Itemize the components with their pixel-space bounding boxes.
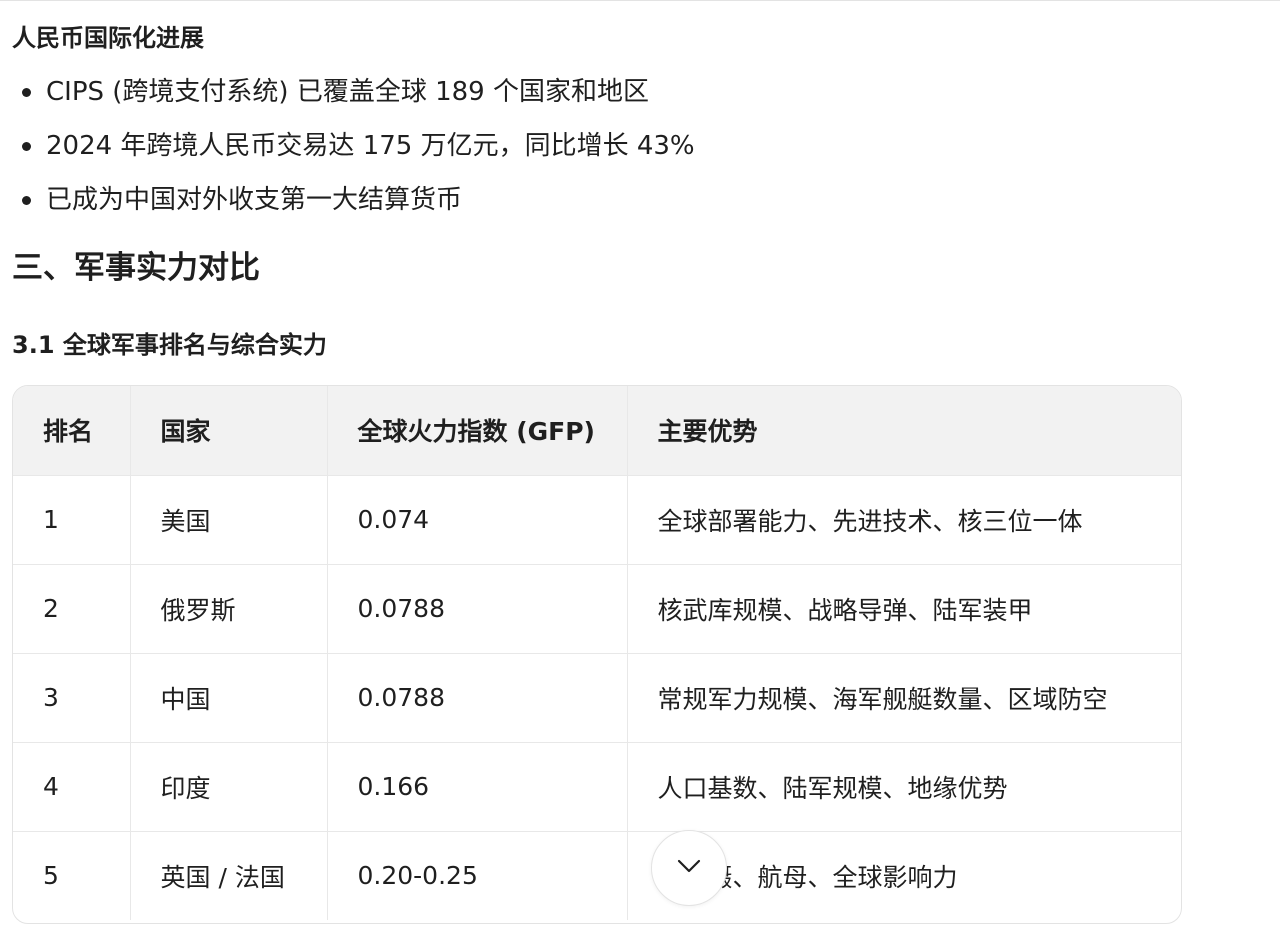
- chevron-down-icon: [675, 852, 703, 884]
- table-row: 5 英国 / 法国 0.20-0.25 核威慑、航母、全球影响力: [13, 831, 1181, 920]
- column-header-country: 国家: [130, 386, 328, 476]
- cell-country: 印度: [130, 742, 328, 832]
- cell-country: 俄罗斯: [130, 564, 328, 654]
- cell-gfp: 0.166: [327, 742, 628, 832]
- cell-country: 英国 / 法国: [130, 831, 328, 920]
- top-divider: [0, 0, 1280, 1]
- cell-advantages: 人口基数、陆军规模、地缘优势: [627, 742, 1181, 832]
- list-item: 已成为中国对外收支第一大结算货币: [12, 182, 695, 236]
- bullet-dot: [22, 142, 31, 151]
- list-item: 2024 年跨境人民币交易达 175 万亿元，同比增长 43%: [12, 128, 695, 182]
- bullet-dot: [22, 196, 31, 205]
- cell-advantages: 核武库规模、战略导弹、陆军装甲: [627, 564, 1181, 654]
- list-item-text: CIPS (跨境支付系统) 已覆盖全球 189 个国家和地区: [46, 77, 649, 107]
- table-row: 2 俄罗斯 0.0788 核武库规模、战略导弹、陆军装甲: [13, 564, 1181, 654]
- military-subheading: 3.1 全球军事排名与综合实力: [12, 331, 327, 359]
- table-row: 3 中国 0.0788 常规军力规模、海军舰艇数量、区域防空: [13, 653, 1181, 743]
- column-header-rank: 排名: [13, 386, 131, 476]
- bullet-dot: [22, 88, 31, 97]
- scroll-to-bottom-button[interactable]: [651, 830, 727, 906]
- table-row: 4 印度 0.166 人口基数、陆军规模、地缘优势: [13, 742, 1181, 832]
- cell-country: 中国: [130, 653, 328, 743]
- cell-rank: 2: [13, 564, 131, 654]
- military-heading: 三、军事实力对比: [12, 250, 260, 286]
- cell-gfp: 0.20-0.25: [327, 831, 628, 920]
- cell-advantages: 全球部署能力、先进技术、核三位一体: [627, 475, 1181, 565]
- table-row: 1 美国 0.074 全球部署能力、先进技术、核三位一体: [13, 475, 1181, 565]
- cell-gfp: 0.0788: [327, 653, 628, 743]
- cell-rank: 5: [13, 831, 131, 920]
- data-table: 排名 国家 全球火力指数 (GFP) 主要优势 1 美国 0.074 全球部署能…: [13, 386, 1181, 920]
- column-header-gfp: 全球火力指数 (GFP): [327, 386, 628, 476]
- rmb-bullet-list: CIPS (跨境支付系统) 已覆盖全球 189 个国家和地区 2024 年跨境人…: [12, 74, 695, 236]
- column-header-advantages: 主要优势: [627, 386, 1181, 476]
- list-item-text: 2024 年跨境人民币交易达 175 万亿元，同比增长 43%: [46, 131, 695, 161]
- military-ranking-table: 排名 国家 全球火力指数 (GFP) 主要优势 1 美国 0.074 全球部署能…: [12, 385, 1182, 924]
- cell-rank: 1: [13, 475, 131, 565]
- cell-rank: 4: [13, 742, 131, 832]
- list-item: CIPS (跨境支付系统) 已覆盖全球 189 个国家和地区: [12, 74, 695, 128]
- cell-gfp: 0.074: [327, 475, 628, 565]
- section-title-rmb: 人民币国际化进展: [12, 24, 204, 52]
- list-item-text: 已成为中国对外收支第一大结算货币: [46, 185, 463, 215]
- cell-country: 美国: [130, 475, 328, 565]
- cell-gfp: 0.0788: [327, 564, 628, 654]
- cell-rank: 3: [13, 653, 131, 743]
- cell-advantages: 常规军力规模、海军舰艇数量、区域防空: [627, 653, 1181, 743]
- table-header-row: 排名 国家 全球火力指数 (GFP) 主要优势: [13, 386, 1181, 476]
